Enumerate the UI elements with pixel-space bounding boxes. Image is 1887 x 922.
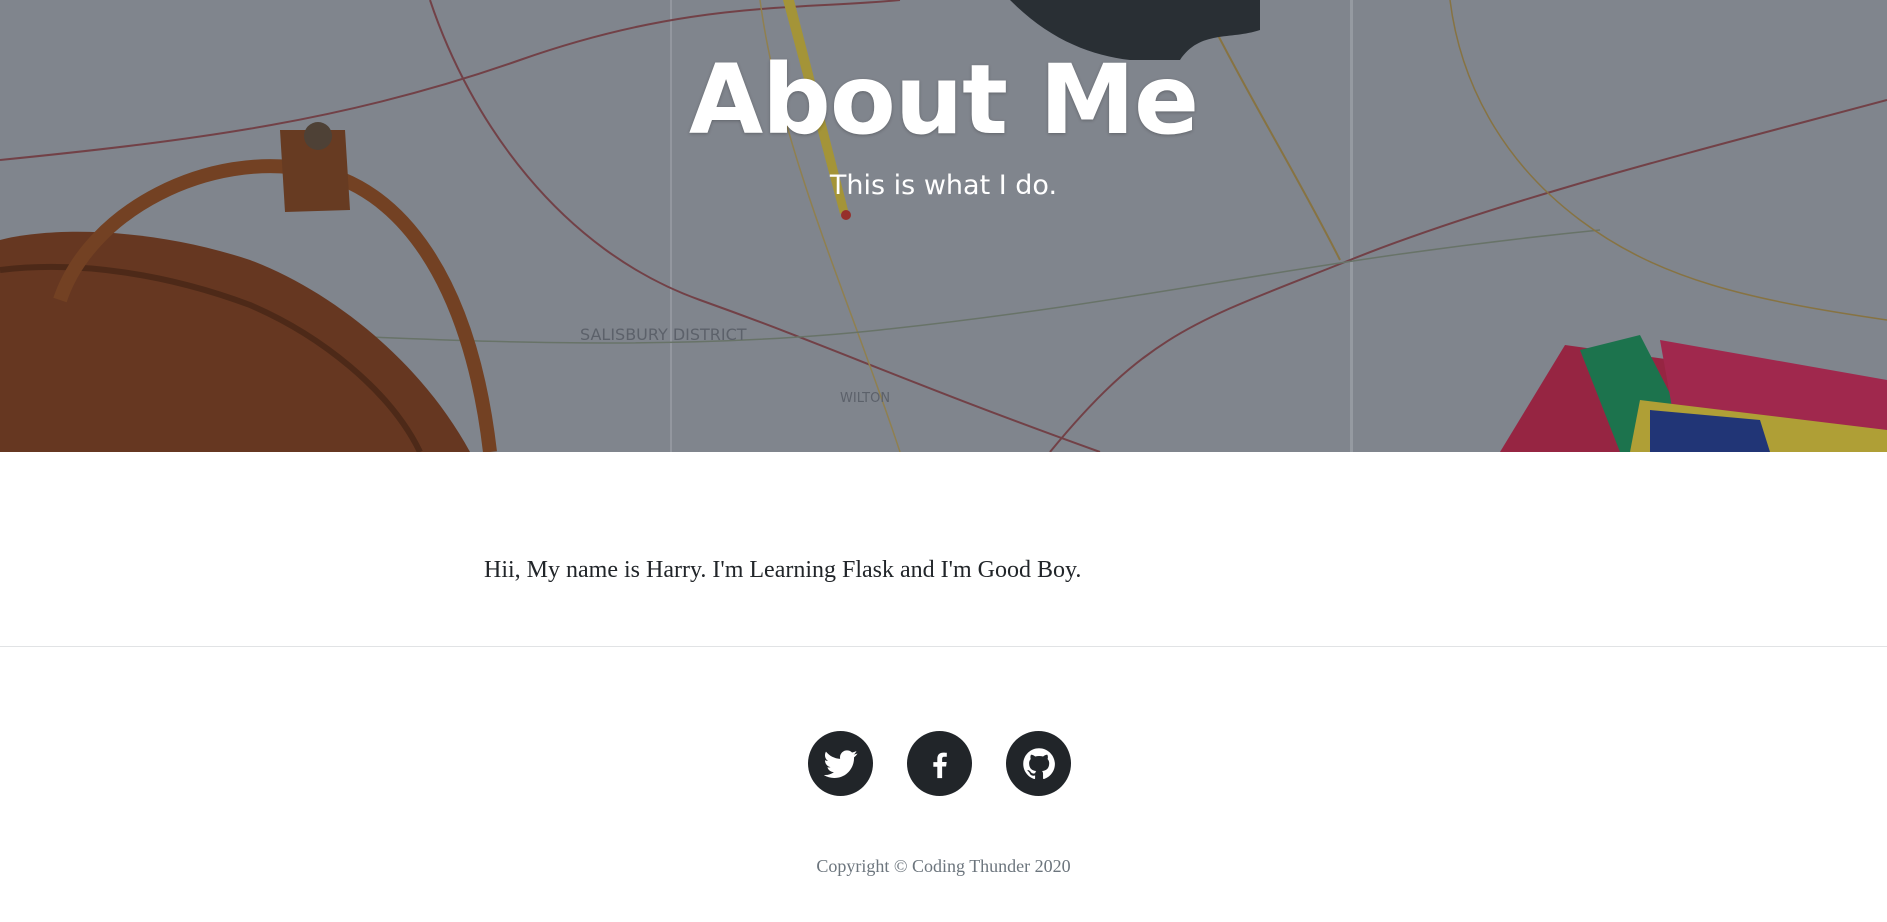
- page-subtitle: This is what I do.: [829, 170, 1058, 201]
- copyright-text: Copyright © Coding Thunder 2020: [816, 856, 1071, 876]
- facebook-icon: [932, 752, 947, 778]
- masthead: SALISBURY DISTRICT WILTON About Me This …: [0, 0, 1887, 452]
- social-item-twitter: [808, 731, 873, 796]
- content-divider: [0, 646, 1887, 647]
- github-icon: [1022, 747, 1055, 779]
- twitter-link[interactable]: [808, 731, 873, 796]
- page-title: About Me: [688, 44, 1199, 156]
- about-paragraph: Hii, My name is Harry. I'm Learning Flas…: [484, 557, 1082, 583]
- social-links: [808, 731, 1071, 796]
- main-content: Hii, My name is Harry. I'm Learning Flas…: [484, 552, 1404, 588]
- twitter-icon: [823, 749, 857, 778]
- social-item-github: [1006, 731, 1071, 796]
- social-item-facebook: [907, 731, 972, 796]
- facebook-link[interactable]: [907, 731, 972, 796]
- github-link[interactable]: [1006, 731, 1071, 796]
